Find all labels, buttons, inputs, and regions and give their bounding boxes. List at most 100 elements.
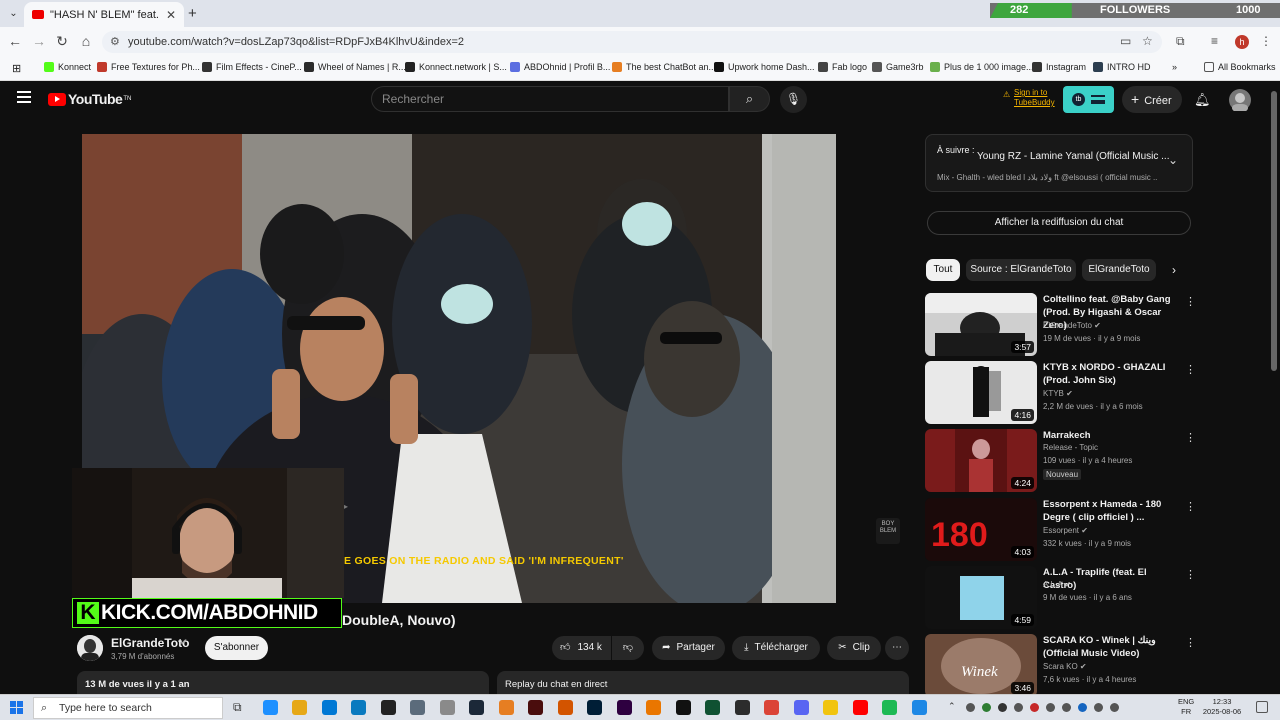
up-next-panel[interactable]: À suivre : Young RZ - Lamine Yamal (Offi… xyxy=(925,134,1193,192)
windows-start-icon[interactable] xyxy=(10,701,23,714)
tray-icon[interactable] xyxy=(1030,703,1039,712)
taskbar-app-icon[interactable] xyxy=(734,700,750,715)
bookmark-item[interactable]: ABDOhnid | Profil B... xyxy=(510,62,610,72)
tubebuddy-button[interactable]: tb xyxy=(1063,86,1114,113)
taskbar-app-icon[interactable] xyxy=(262,700,278,715)
reading-list-icon[interactable]: ≡ xyxy=(1211,34,1218,48)
new-tab-button[interactable]: + xyxy=(188,5,197,22)
bookmark-item[interactable]: Fab logo xyxy=(818,62,867,72)
bookmark-item[interactable]: Free Textures for Ph... xyxy=(97,62,200,72)
chevron-down-icon[interactable]: ⌄ xyxy=(1168,153,1178,167)
subscribe-button[interactable]: S'abonner xyxy=(205,636,268,660)
tray-icon[interactable] xyxy=(1110,703,1119,712)
like-button[interactable]: 👍︎ 134 k xyxy=(552,636,611,660)
bookmark-item[interactable]: Game3rb xyxy=(872,62,924,72)
cast-icon[interactable]: ▭ xyxy=(1120,34,1131,48)
video-channel[interactable]: Release - Topic xyxy=(1043,443,1098,452)
tab-search-icon[interactable]: ⌄ xyxy=(6,6,21,21)
video-title[interactable]: Essorpent x Hameda - 180 Degre ( clip of… xyxy=(1043,498,1179,524)
search-button[interactable]: ⌕ xyxy=(729,86,770,112)
video-channel[interactable]: ElGrandeToto ✔ xyxy=(1043,321,1101,330)
download-button[interactable]: ⤓ Télécharger xyxy=(732,636,820,660)
search-input[interactable]: Rechercher xyxy=(371,86,729,112)
youtube-logo[interactable]: YouTube TN xyxy=(48,91,131,107)
video-channel[interactable]: Scara KO ✔ xyxy=(1043,662,1087,671)
recommended-video[interactable]: 180 4:03 Essorpent x Hameda - 180 Degre ( … xyxy=(925,498,1196,562)
video-thumbnail[interactable]: 180 4:03 xyxy=(925,498,1037,561)
video-channel[interactable]: KTYB ✔ xyxy=(1043,389,1073,398)
notifications-icon[interactable] xyxy=(1256,701,1268,713)
taskbar-app-icon[interactable] xyxy=(882,700,897,715)
video-channel[interactable]: Essorpent ✔ xyxy=(1043,526,1088,535)
browser-tab[interactable]: "HASH N' BLEM" feat. @un ✕ xyxy=(24,2,184,27)
bookmark-item[interactable]: Plus de 1 000 image... xyxy=(930,62,1034,72)
bookmark-item[interactable]: Upwork home Dash... xyxy=(714,62,815,72)
profile-avatar[interactable]: h xyxy=(1235,35,1249,49)
forward-icon[interactable]: → xyxy=(30,33,48,49)
bookmark-item[interactable]: The best ChatBot an... xyxy=(612,62,716,72)
taskbar-app-icon[interactable] xyxy=(823,700,838,715)
chip-all[interactable]: Tout xyxy=(926,259,960,281)
taskbar-app-icon[interactable] xyxy=(292,700,307,715)
taskbar-app-icon[interactable] xyxy=(557,700,573,715)
create-button[interactable]: + Créer xyxy=(1122,86,1182,113)
more-options-icon[interactable]: ⋮ xyxy=(1185,500,1196,513)
taskbar-app-icon[interactable] xyxy=(705,700,720,715)
tray-icon[interactable] xyxy=(1062,703,1071,712)
task-view-icon[interactable]: ⧉ xyxy=(233,700,248,715)
bookmark-item[interactable]: INTRO HD xyxy=(1093,62,1151,72)
browser-menu-icon[interactable]: ⋮ xyxy=(1260,34,1272,48)
taskbar-app-icon[interactable] xyxy=(380,700,396,715)
more-options-icon[interactable]: ⋮ xyxy=(1185,568,1196,581)
more-options-icon[interactable]: ⋮ xyxy=(1185,431,1196,444)
show-chat-replay-button[interactable]: Afficher la rediffusion du chat xyxy=(927,211,1191,235)
tray-icon[interactable] xyxy=(998,703,1007,712)
taskbar-app-icon[interactable] xyxy=(616,700,632,715)
recommended-video[interactable]: Winek 3:46 SCARA KO - Winek | وينك (Offici… xyxy=(925,634,1196,698)
scrollbar-thumb[interactable] xyxy=(1271,91,1277,371)
tray-icon[interactable] xyxy=(982,703,991,712)
recommended-video[interactable]: 3:57 Coltellino feat. @Baby Gang (Prod. B… xyxy=(925,293,1196,357)
live-chat-replay-box[interactable]: Replay du chat en direct xyxy=(497,671,909,694)
taskbar-app-icon[interactable] xyxy=(469,700,484,715)
video-thumbnail[interactable]: 4:16 xyxy=(925,361,1037,424)
taskbar-app-icon[interactable] xyxy=(852,700,868,715)
taskbar-app-icon[interactable] xyxy=(675,700,691,715)
video-thumbnail[interactable]: 4:24 xyxy=(925,429,1037,492)
channel-avatar[interactable] xyxy=(77,635,103,661)
taskbar-app-icon[interactable] xyxy=(410,700,425,715)
tray-icon[interactable] xyxy=(1014,703,1023,712)
video-thumbnail[interactable]: 4:59 xyxy=(925,566,1037,629)
chevron-right-icon[interactable]: › xyxy=(1172,263,1176,277)
taskbar-app-icon[interactable] xyxy=(587,700,602,715)
taskbar-app-icon[interactable] xyxy=(528,700,543,715)
video-title[interactable]: SCARA KO - Winek | وينك (Official Music … xyxy=(1043,634,1179,660)
more-bookmarks-icon[interactable]: » xyxy=(1172,62,1177,72)
tray-icon[interactable] xyxy=(1078,703,1087,712)
voice-search-button[interactable]: 🎙 xyxy=(780,86,807,113)
page-scrollbar[interactable] xyxy=(1271,91,1277,691)
taskbar-app-icon[interactable] xyxy=(793,700,809,715)
tray-overflow-icon[interactable]: ⌃ xyxy=(948,701,956,712)
address-bar[interactable]: ⚙ youtube.com/watch?v=dosLZap73qo&list=R… xyxy=(102,31,1162,53)
recommended-video[interactable]: 4:59 A.L.A - Traplife (feat. El Castro) A.… xyxy=(925,566,1196,630)
recommended-video[interactable]: 4:16 KTYB x NORDO - GHAZALI (Prod. John S… xyxy=(925,361,1196,425)
clip-button[interactable]: ✂ Clip xyxy=(827,636,881,660)
video-thumbnail[interactable]: 3:57 xyxy=(925,293,1037,356)
language-indicator[interactable]: ENG FR xyxy=(1178,697,1194,717)
apps-grid-icon[interactable]: ⊞ xyxy=(12,62,21,75)
taskbar-app-icon[interactable] xyxy=(646,700,661,715)
tray-icon[interactable] xyxy=(1046,703,1055,712)
taskbar-app-icon[interactable] xyxy=(764,700,779,715)
video-title[interactable]: KTYB x NORDO - GHAZALI (Prod. John Six) xyxy=(1043,361,1179,387)
tray-icon[interactable] xyxy=(1094,703,1103,712)
close-tab-icon[interactable]: ✕ xyxy=(166,8,176,22)
video-thumbnail[interactable]: Winek 3:46 xyxy=(925,634,1037,697)
share-button[interactable]: ➦ Partager xyxy=(652,636,725,660)
more-actions-button[interactable]: ⋯ xyxy=(885,636,909,660)
taskbar-app-icon[interactable] xyxy=(321,700,337,715)
video-title[interactable]: Marrakech xyxy=(1043,429,1179,442)
bookmark-item[interactable]: Wheel of Names | R... xyxy=(304,62,406,72)
site-info-icon[interactable]: ⚙ xyxy=(110,31,120,53)
bookmark-item[interactable]: Film Effects - CineP... xyxy=(202,62,302,72)
